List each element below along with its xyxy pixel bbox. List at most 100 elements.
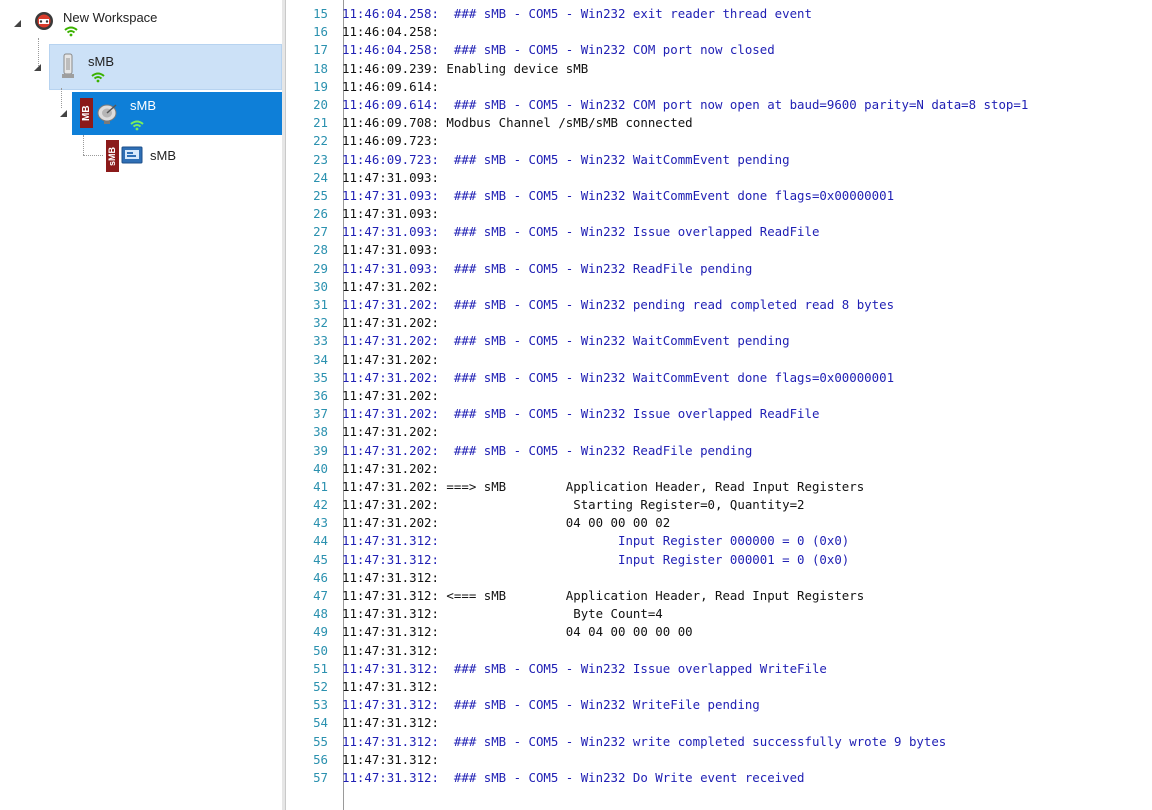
line-number: 38 xyxy=(313,424,328,440)
log-text: 11:46:09.614: xyxy=(342,78,439,94)
log-line: 35 11:47:31.202: ### sMB - COM5 - Win232 … xyxy=(286,369,1152,387)
line-number: 26 xyxy=(313,206,328,222)
log-line: 40 11:47:31.202: xyxy=(286,460,1152,478)
tree-guide-line xyxy=(61,88,62,108)
log-text: 11:47:31.312: 04 04 00 00 00 00 xyxy=(342,624,693,640)
log-text: 11:47:31.202: ### sMB - COM5 - Win232 Re… xyxy=(342,442,753,458)
log-text: 11:47:31.312: ### sMB - COM5 - Win232 Wr… xyxy=(342,697,760,713)
collapse-device-icon[interactable] xyxy=(60,110,68,118)
line-number: 27 xyxy=(313,224,328,240)
log-text: 11:47:31.312: xyxy=(342,569,439,585)
line-number: 16 xyxy=(313,24,328,40)
line-number: 37 xyxy=(313,406,328,422)
line-number: 22 xyxy=(313,133,328,149)
log-text: 11:46:09.723: xyxy=(342,133,439,149)
workspace-label[interactable]: New Workspace xyxy=(63,10,157,25)
collapse-channel-icon[interactable] xyxy=(34,64,42,72)
workspace-tree[interactable]: New Workspace sMB MB sMB sMB sMB xyxy=(0,0,282,810)
log-line: 22 11:46:09.723: xyxy=(286,132,1152,150)
log-text: 11:47:31.202: xyxy=(342,387,439,403)
log-line: 44 11:47:31.312: Input Register 000000 = … xyxy=(286,532,1152,550)
smb-badge: sMB xyxy=(106,140,119,172)
log-line: 46 11:47:31.312: xyxy=(286,569,1152,587)
log-line: 45 11:47:31.312: Input Register 000001 = … xyxy=(286,551,1152,569)
log-text: 11:46:09.614: ### sMB - COM5 - Win232 CO… xyxy=(342,96,1029,112)
channel-connected-wifi-icon xyxy=(90,70,106,83)
log-text: 11:47:31.202: 04 00 00 00 02 xyxy=(342,515,671,531)
log-line: 29 11:47:31.093: ### sMB - COM5 - Win232 … xyxy=(286,260,1152,278)
line-number: 32 xyxy=(313,315,328,331)
log-line: 52 11:47:31.312: xyxy=(286,678,1152,696)
device-connected-wifi-icon xyxy=(129,118,145,131)
log-line: 15 11:46:04.258: ### sMB - COM5 - Win232 … xyxy=(286,5,1152,23)
log-text: 11:47:31.202: xyxy=(342,460,439,476)
line-number: 52 xyxy=(313,678,328,694)
log-text: 11:47:31.312: ### sMB - COM5 - Win232 Do… xyxy=(342,769,805,785)
log-text: 11:47:31.312: Input Register 000000 = 0 … xyxy=(342,533,850,549)
log-text: 11:46:04.258: ### sMB - COM5 - Win232 ex… xyxy=(342,6,812,21)
log-text: 11:47:31.312: ### sMB - COM5 - Win232 Is… xyxy=(342,660,827,676)
log-line: 37 11:47:31.202: ### sMB - COM5 - Win232 … xyxy=(286,405,1152,423)
line-number: 49 xyxy=(313,624,328,640)
log-line: 38 11:47:31.202: xyxy=(286,423,1152,441)
log-line: 19 11:46:09.614: xyxy=(286,78,1152,96)
line-number: 24 xyxy=(313,169,328,185)
log-line: 50 11:47:31.312: xyxy=(286,642,1152,660)
log-line: 54 11:47:31.312: xyxy=(286,714,1152,732)
log-text: 11:47:31.202: xyxy=(342,351,439,367)
modbus-badge: MB xyxy=(80,98,93,128)
log-text: 11:47:31.312: xyxy=(342,678,439,694)
collapse-workspace-icon[interactable] xyxy=(14,20,22,28)
line-number: 42 xyxy=(313,497,328,513)
log-text: 11:47:31.093: xyxy=(342,242,439,258)
log-line: 31 11:47:31.202: ### sMB - COM5 - Win232 … xyxy=(286,296,1152,314)
log-text: 11:47:31.312: xyxy=(342,715,439,731)
log-text: 11:47:31.312: xyxy=(342,642,439,658)
workspace-icon xyxy=(32,10,56,34)
tree-item-channel-highlight[interactable] xyxy=(49,44,282,90)
channel-label[interactable]: sMB xyxy=(88,54,114,69)
line-number: 35 xyxy=(313,369,328,385)
log-text: 11:47:31.312: <=== sMB Application Heade… xyxy=(342,588,865,603)
log-text: 11:47:31.202: xyxy=(342,315,439,331)
log-text: 11:46:09.723: ### sMB - COM5 - Win232 Wa… xyxy=(342,151,790,167)
log-text: 11:47:31.093: ### sMB - COM5 - Win232 Wa… xyxy=(342,187,895,203)
log-line: 20 11:46:09.614: ### sMB - COM5 - Win232 … xyxy=(286,96,1152,114)
log-text: 11:47:31.202: xyxy=(342,278,439,294)
log-line: 24 11:47:31.093: xyxy=(286,169,1152,187)
line-number: 57 xyxy=(313,769,328,785)
line-number: 15 xyxy=(313,6,328,21)
log-view[interactable]: 15 11:46:04.258: ### sMB - COM5 - Win232 … xyxy=(286,0,1152,810)
log-line: 51 11:47:31.312: ### sMB - COM5 - Win232 … xyxy=(286,660,1152,678)
log-text: 11:47:31.202: Starting Register=0, Quant… xyxy=(342,497,805,513)
log-text: 11:47:31.202: ### sMB - COM5 - Win232 pe… xyxy=(342,297,895,312)
line-number: 36 xyxy=(313,387,328,403)
log-text: 11:47:31.093: xyxy=(342,169,439,185)
log-line: 48 11:47:31.312: Byte Count=4 xyxy=(286,605,1152,623)
item-label[interactable]: sMB xyxy=(150,148,176,163)
log-line: 57 11:47:31.312: ### sMB - COM5 - Win232 … xyxy=(286,769,1152,787)
line-number: 46 xyxy=(313,569,328,585)
device-monitor-icon xyxy=(121,145,145,167)
log-text: 11:46:04.258: xyxy=(342,24,439,40)
device-label[interactable]: sMB xyxy=(130,98,156,113)
log-text: 11:47:31.312: xyxy=(342,751,439,767)
log-line: 18 11:46:09.239: Enabling device sMB xyxy=(286,60,1152,78)
log-line: 28 11:47:31.093: xyxy=(286,241,1152,259)
log-line: 21 11:46:09.708: Modbus Channel /sMB/sMB … xyxy=(286,114,1152,132)
log-line: 33 11:47:31.202: ### sMB - COM5 - Win232 … xyxy=(286,332,1152,350)
log-text: 11:47:31.312: Byte Count=4 xyxy=(342,606,663,622)
log-line: 27 11:47:31.093: ### sMB - COM5 - Win232 … xyxy=(286,223,1152,241)
line-number: 17 xyxy=(313,42,328,58)
log-text: 11:47:31.093: ### sMB - COM5 - Win232 Is… xyxy=(342,224,820,240)
line-number: 31 xyxy=(313,297,328,312)
log-line: 36 11:47:31.202: xyxy=(286,387,1152,405)
line-number: 20 xyxy=(313,96,328,112)
line-number: 33 xyxy=(313,333,328,349)
log-line: 56 11:47:31.312: xyxy=(286,751,1152,769)
line-number: 40 xyxy=(313,460,328,476)
line-number: 41 xyxy=(313,478,328,494)
log-line: 34 11:47:31.202: xyxy=(286,351,1152,369)
log-text: 11:47:31.312: Input Register 000001 = 0 … xyxy=(342,551,850,567)
log-text: 11:47:31.312: ### sMB - COM5 - Win232 wr… xyxy=(342,733,947,749)
